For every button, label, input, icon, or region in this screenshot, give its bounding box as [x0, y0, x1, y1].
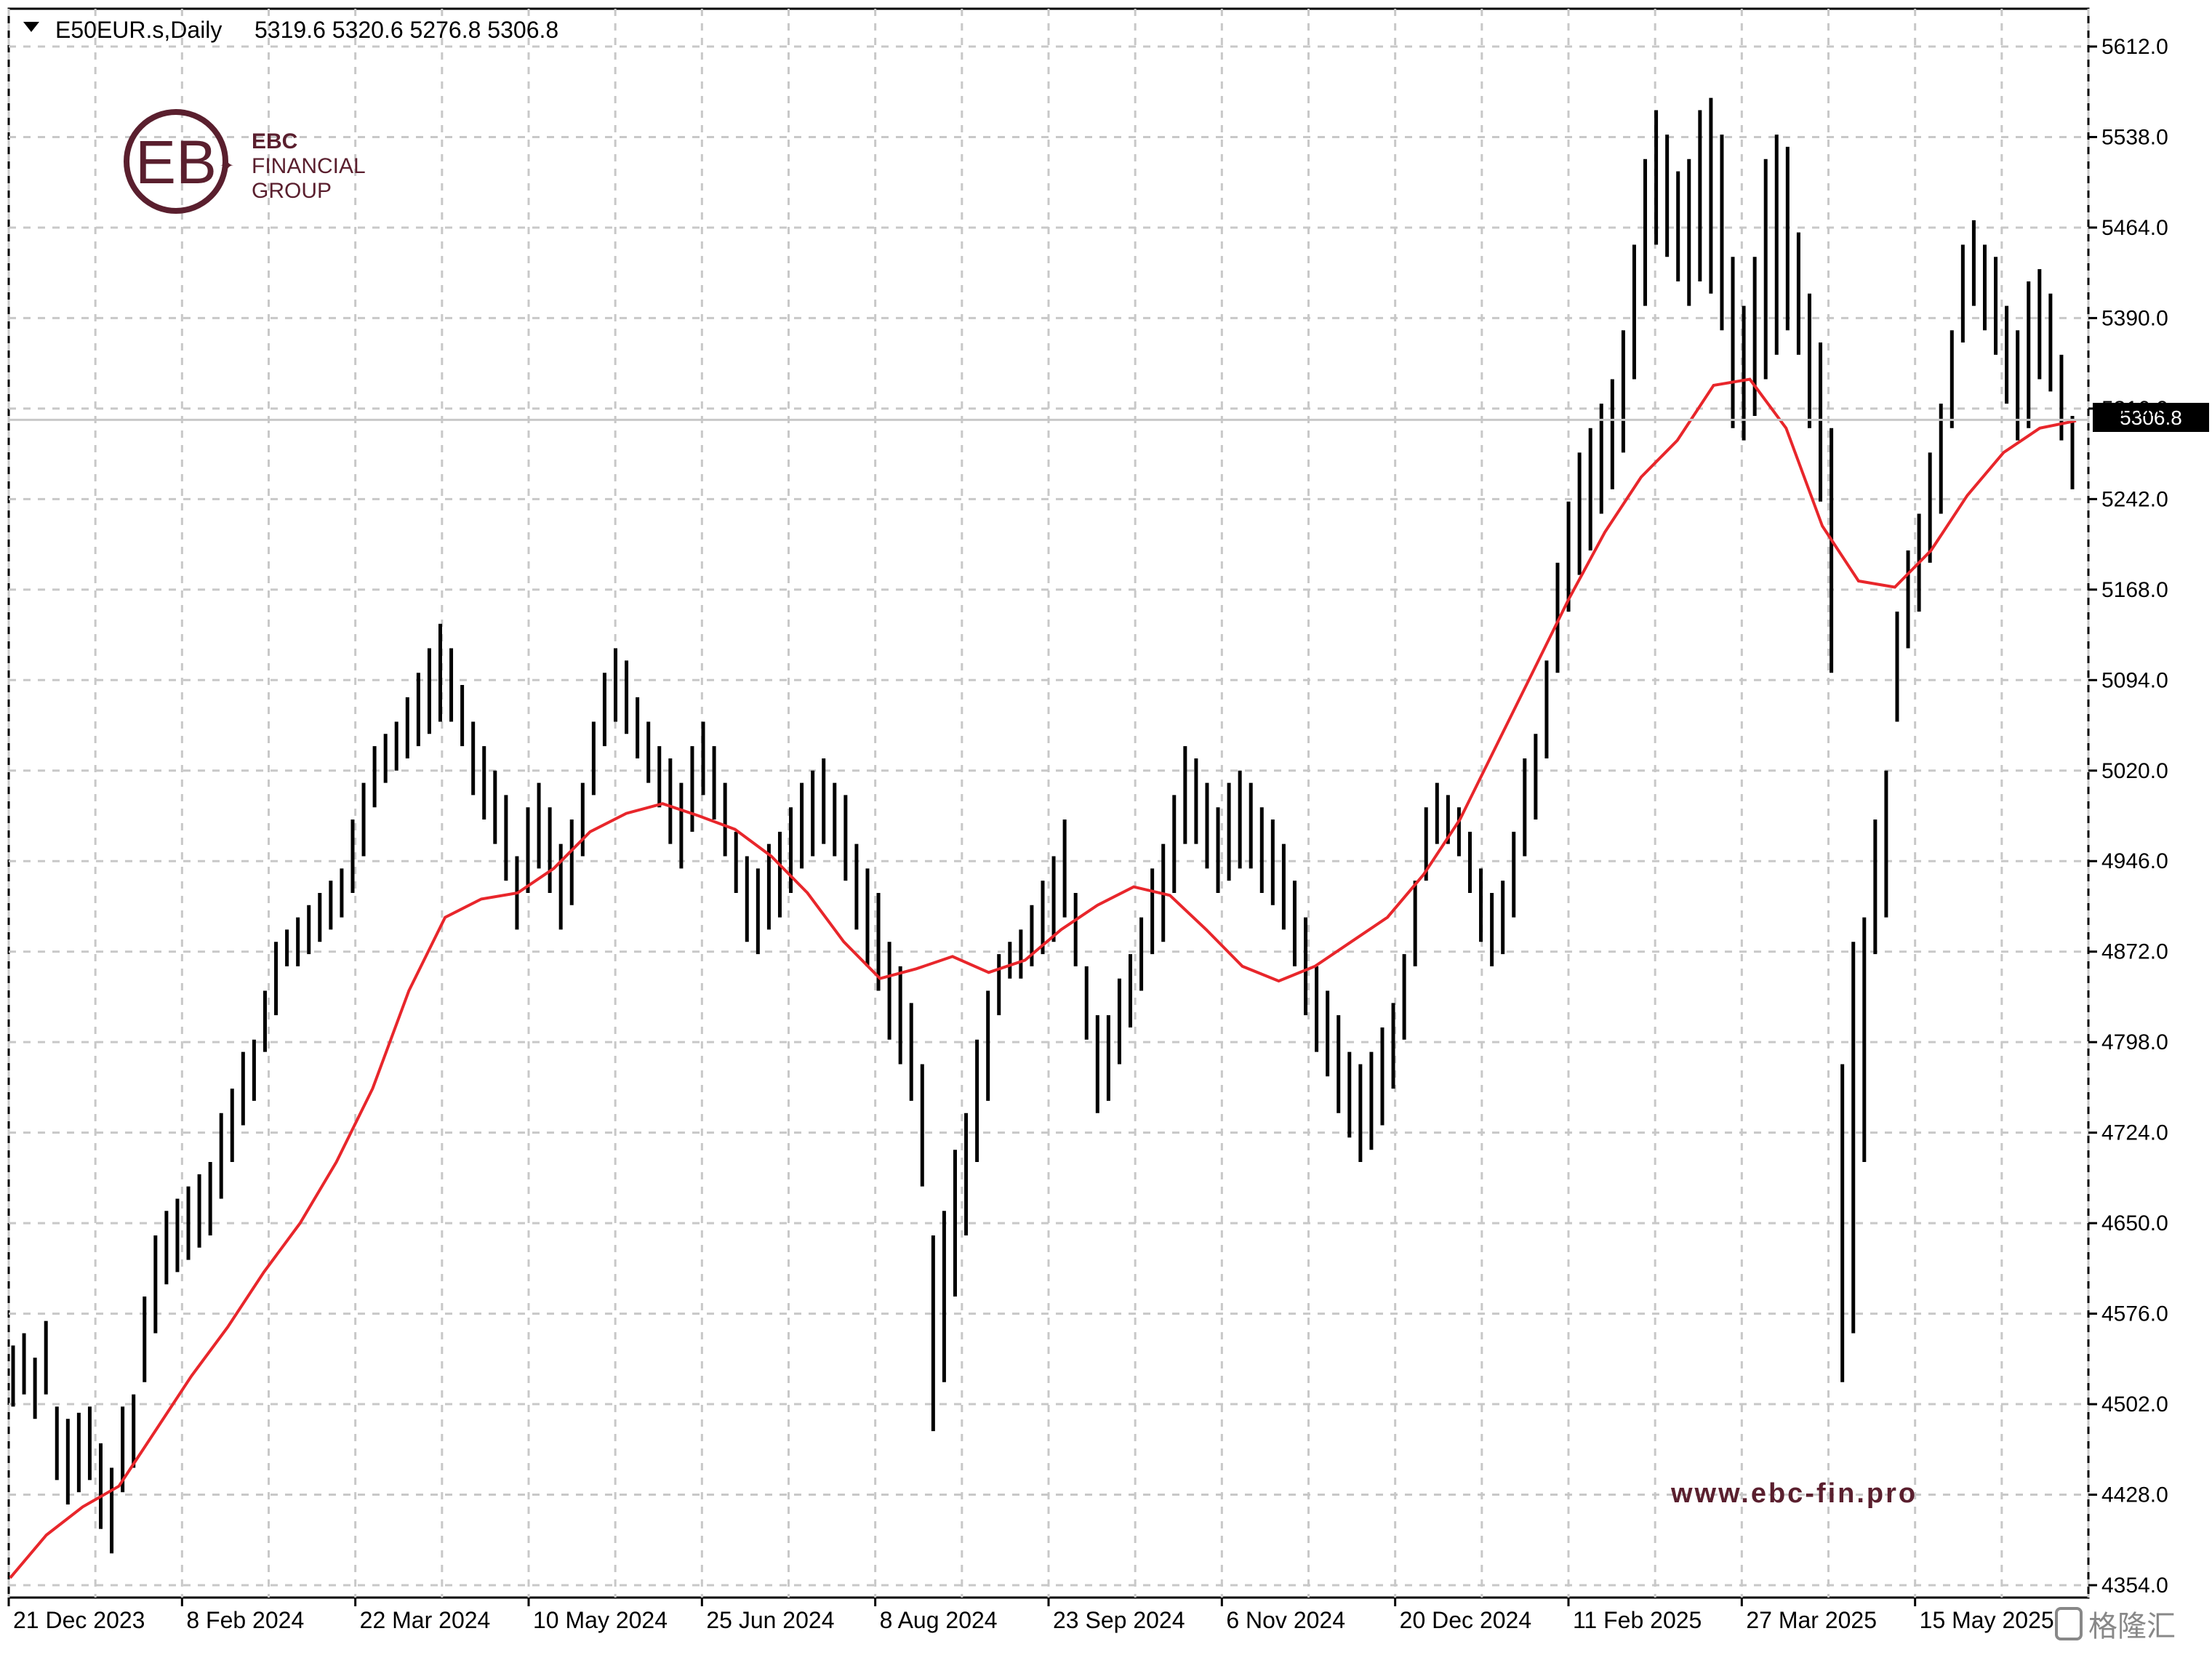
y-tick-label: 5464.0: [2101, 216, 2168, 240]
x-tick-label: 21 Dec 2023: [13, 1607, 145, 1633]
logo-mark-icon: EB: [135, 128, 217, 196]
symbol-title: E50EUR.s,Daily: [55, 17, 222, 43]
x-tick-label: 11 Feb 2025: [1573, 1607, 1702, 1633]
logo-sparkle-icon: ✦: [220, 156, 234, 176]
y-tick-label: 5168.0: [2101, 578, 2168, 602]
y-tick-label: 5390.0: [2101, 306, 2168, 330]
x-tick-label: 10 May 2024: [533, 1607, 668, 1633]
x-tick-label: 8 Aug 2024: [880, 1607, 998, 1633]
y-tick-label: 4724.0: [2101, 1121, 2168, 1145]
chart: 5306.8 5612.0 5538.0 5464.0 5390.0 5316.0 524…: [0, 0, 2212, 1651]
y-tick-label: 5020.0: [2101, 759, 2168, 783]
logo-text-group: GROUP: [252, 179, 332, 203]
x-tick-label: 23 Sep 2024: [1053, 1607, 1185, 1633]
website-watermark: www.ebc-fin.pro: [1670, 1478, 1918, 1509]
y-tick-label: 5612.0: [2101, 35, 2168, 59]
x-tick-label: 27 Mar 2025: [1746, 1607, 1877, 1633]
y-tick-label: 5094.0: [2101, 668, 2168, 692]
y-tick-label: 4502.0: [2101, 1392, 2168, 1416]
chart-canvas: 5306.8 5612.05538.05464.05390.05316.0524…: [0, 0, 2212, 1651]
ohlc-values: 5319.6 5320.6 5276.8 5306.8: [255, 17, 558, 43]
corner-watermark-text: 格隆汇: [2088, 1611, 2176, 1643]
y-tick-label: 4576.0: [2101, 1302, 2168, 1326]
x-tick-label: 6 Nov 2024: [1226, 1607, 1345, 1633]
x-tick-label: 20 Dec 2024: [1400, 1607, 1531, 1633]
y-tick-label: 4872.0: [2101, 940, 2168, 964]
y-tick-label: 4354.0: [2101, 1574, 2168, 1598]
y-tick-label: 4650.0: [2101, 1211, 2168, 1235]
x-tick-label: 8 Feb 2024: [186, 1607, 304, 1633]
logo-text-ebc: EBC: [252, 129, 297, 153]
y-tick-label: 4798.0: [2101, 1030, 2168, 1054]
y-tick-label: 5538.0: [2101, 125, 2168, 149]
x-tick-label: 15 May 2025: [1920, 1607, 2054, 1633]
y-tick-label: 4946.0: [2101, 849, 2168, 873]
y-tick-label: 5242.0: [2101, 487, 2168, 511]
logo-text-financial: FINANCIAL: [252, 154, 366, 178]
y-tick-label: 4428.0: [2101, 1483, 2168, 1507]
x-tick-label: 22 Mar 2024: [360, 1607, 491, 1633]
y-tick-label: 5316.0: [2101, 397, 2168, 421]
x-tick-label: 25 Jun 2024: [706, 1607, 834, 1633]
